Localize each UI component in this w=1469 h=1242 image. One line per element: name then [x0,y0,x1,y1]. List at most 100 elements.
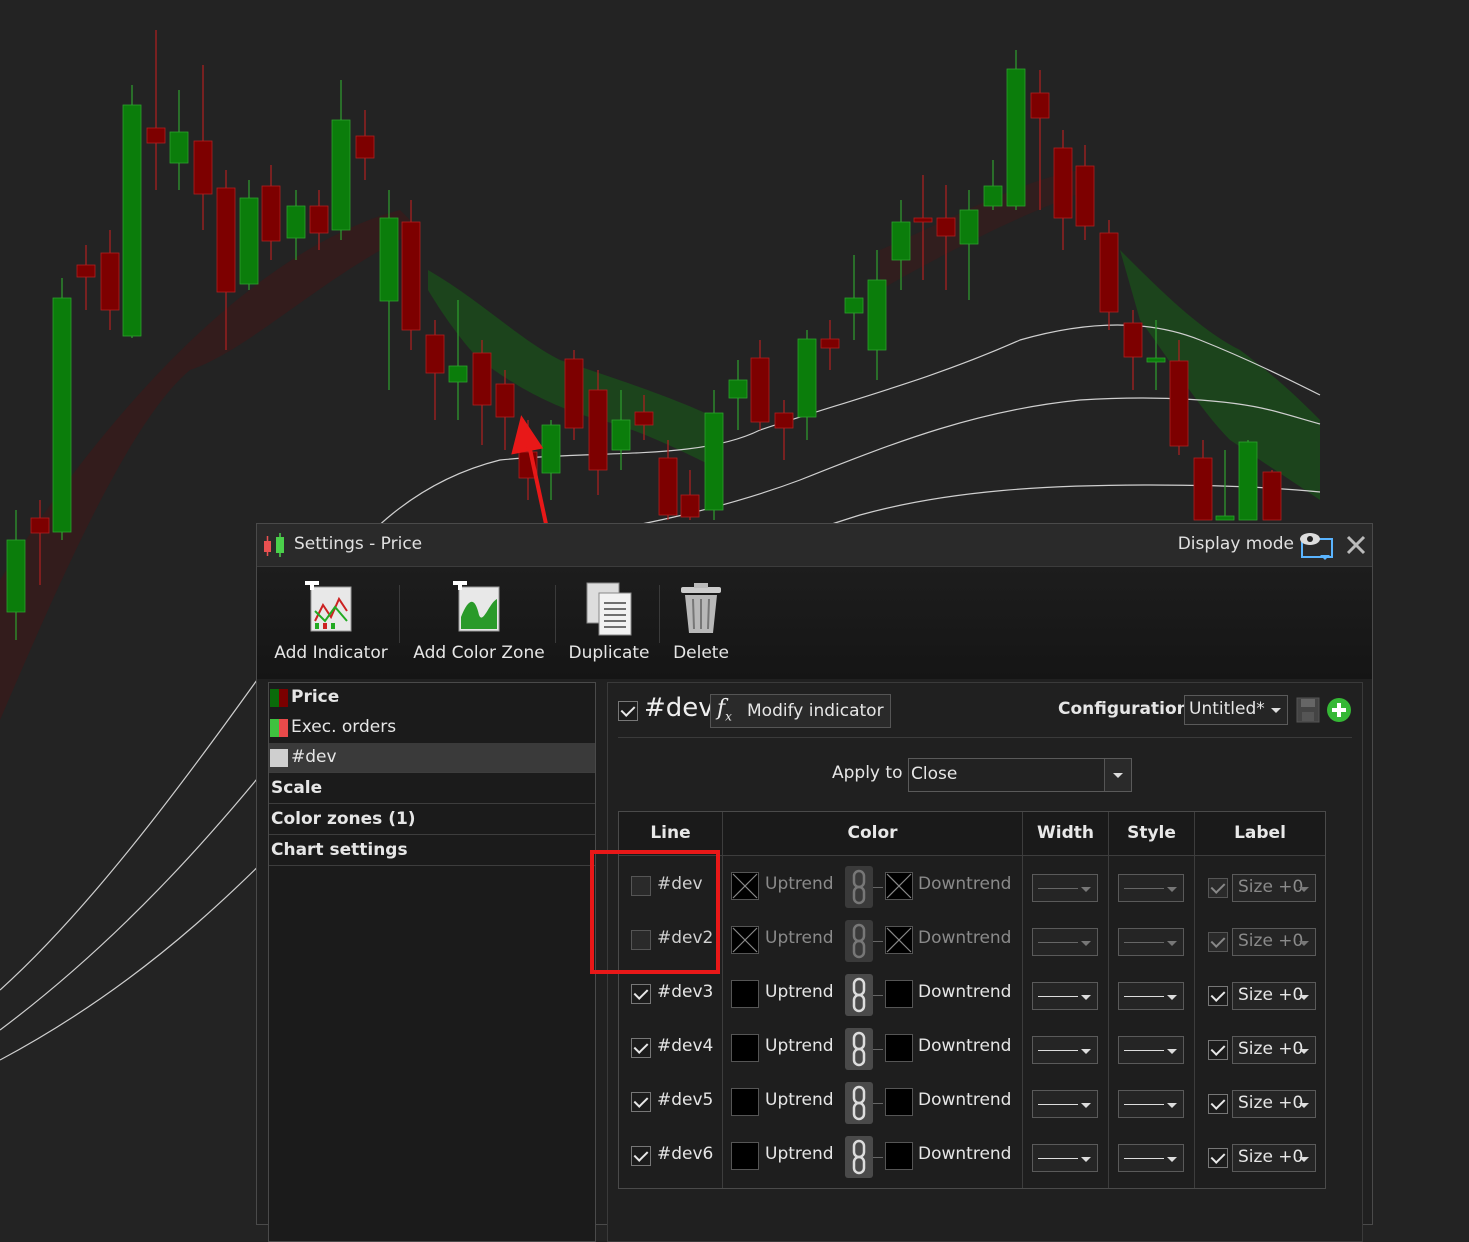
candle-body [1215,515,1235,521]
style-select[interactable] [1118,874,1184,902]
tree-item-label: #dev [291,747,337,767]
tree-item-price[interactable]: Price [269,683,595,713]
width-select[interactable] [1032,874,1098,902]
label-size-select[interactable]: Size +0 [1232,1090,1316,1118]
link-icon[interactable] [845,866,873,908]
label-enabled-checkbox[interactable] [1208,878,1228,898]
candle-body [495,383,515,418]
downtrend-color-swatch[interactable] [885,926,913,954]
eye-display-icon[interactable] [1296,529,1336,561]
table-row: #dev6 Uptrend Downtrend Size +0 [619,1130,1325,1184]
style-select[interactable] [1118,1036,1184,1064]
save-icon[interactable] [1296,697,1320,723]
label-size-select[interactable]: Size +0 [1232,928,1316,956]
settings-tree: Price Exec. orders #dev Scale Color zone… [268,682,596,1242]
candlestick-app-icon [264,533,284,557]
apply-to-value: Close [911,764,958,784]
label-enabled-checkbox[interactable] [1208,1148,1228,1168]
section-label: Chart settings [271,840,408,860]
line-enabled-checkbox[interactable] [631,1038,651,1058]
link-icon[interactable] [845,920,873,962]
duplicate-button[interactable]: Duplicate [559,567,659,679]
candle-body [1146,357,1166,363]
candle-body [913,217,933,223]
line-enabled-checkbox[interactable] [631,984,651,1004]
width-select[interactable] [1032,928,1098,956]
label-enabled-checkbox[interactable] [1208,1040,1228,1060]
uptrend-color-swatch[interactable] [731,980,759,1008]
downtrend-color-swatch[interactable] [885,1034,913,1062]
style-select[interactable] [1118,928,1184,956]
candle-body [309,205,329,234]
candle-body [448,365,468,383]
tree-item-dev[interactable]: #dev [269,743,595,773]
tree-section-scale[interactable]: Scale [269,774,595,804]
width-select[interactable] [1032,1090,1098,1118]
downtrend-label: Downtrend [918,1090,1012,1110]
downtrend-color-swatch[interactable] [885,1088,913,1116]
display-mode-label[interactable]: Display mode [1178,534,1294,554]
section-label: Color zones (1) [271,809,416,829]
downtrend-color-swatch[interactable] [885,1142,913,1170]
candle-body [844,297,864,314]
width-select[interactable] [1032,1144,1098,1172]
label-size-value: Size +0 [1238,1147,1304,1167]
candle-body [983,185,1003,207]
uptrend-color-swatch[interactable] [731,1088,759,1116]
label-size-value: Size +0 [1238,877,1304,897]
label-size-select[interactable]: Size +0 [1232,874,1316,902]
style-select[interactable] [1118,982,1184,1010]
candle-body [216,187,236,293]
uptrend-label: Uptrend [765,928,834,948]
configuration-select[interactable]: Untitled* [1184,695,1288,725]
candle-body [680,494,700,518]
candle-body [820,338,840,349]
downtrend-color-swatch[interactable] [885,872,913,900]
tree-item-exec-orders[interactable]: Exec. orders [269,713,595,743]
label-size-select[interactable]: Size +0 [1232,1036,1316,1064]
candle-body [472,352,492,406]
style-select[interactable] [1118,1144,1184,1172]
apply-to-select[interactable]: Close [908,758,1132,792]
uptrend-label: Uptrend [765,982,834,1002]
table-row: #dev3 Uptrend Downtrend Size +0 [619,968,1325,1022]
line-enabled-checkbox[interactable] [631,1092,651,1112]
uptrend-color-swatch[interactable] [731,1034,759,1062]
downtrend-color-swatch[interactable] [885,980,913,1008]
width-select[interactable] [1032,982,1098,1010]
uptrend-color-swatch[interactable] [731,926,759,954]
add-color-zone-label: Add Color Zone [413,643,545,663]
tree-section-chart-settings[interactable]: Chart settings [269,836,595,866]
add-color-zone-button[interactable]: Add Color Zone [409,567,549,679]
title-bar: Settings - Price Display mode [257,524,1372,567]
uptrend-color-swatch[interactable] [731,1142,759,1170]
column-header-style: Style [1109,812,1195,856]
uptrend-color-swatch[interactable] [731,872,759,900]
style-select[interactable] [1118,1090,1184,1118]
section-label: Scale [271,778,323,798]
link-icon[interactable] [845,1136,873,1178]
indicator-enabled-checkbox[interactable] [618,701,638,721]
label-enabled-checkbox[interactable] [1208,932,1228,952]
label-enabled-checkbox[interactable] [1208,986,1228,1006]
label-size-select[interactable]: Size +0 [1232,982,1316,1010]
link-icon[interactable] [845,974,873,1016]
line-enabled-checkbox[interactable] [631,1146,651,1166]
tree-section-color-zones[interactable]: Color zones (1) [269,805,595,835]
close-icon[interactable] [1346,535,1366,555]
link-icon[interactable] [845,1028,873,1070]
candle-body [541,424,561,474]
line-name: #dev3 [657,982,714,1002]
delete-button[interactable]: Delete [665,567,737,679]
candle-body [1238,441,1258,521]
window-title: Settings - Price [294,534,423,554]
candle-body [331,119,351,231]
label-enabled-checkbox[interactable] [1208,1094,1228,1114]
label-size-select[interactable]: Size +0 [1232,1144,1316,1172]
modify-indicator-button[interactable]: fx Modify indicator [710,694,891,728]
add-configuration-icon[interactable] [1326,697,1352,723]
width-select[interactable] [1032,1036,1098,1064]
candle-body [30,517,50,534]
add-indicator-button[interactable]: Add Indicator [271,567,391,679]
link-icon[interactable] [845,1082,873,1124]
